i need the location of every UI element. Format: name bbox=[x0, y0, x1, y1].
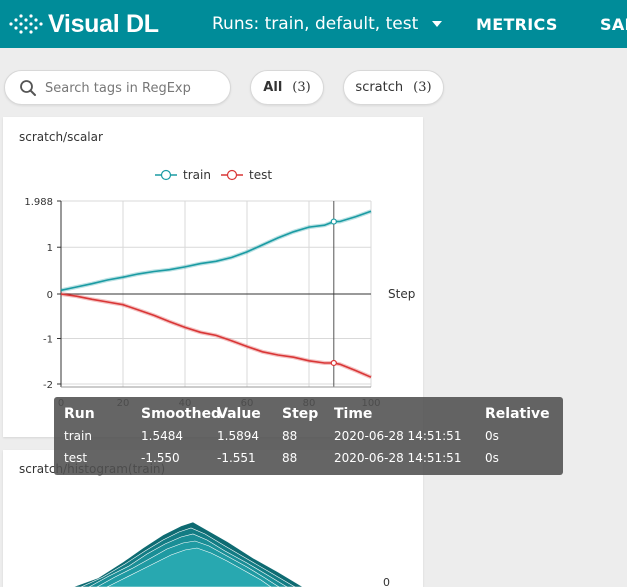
scalar-line-chart[interactable]: Step 0204060801001.98810-1-2 traintest bbox=[3, 117, 423, 437]
hover-point-train bbox=[330, 218, 337, 225]
legend-item-test[interactable]: test bbox=[221, 168, 272, 182]
histogram-axis-label: 0 bbox=[383, 576, 390, 587]
tooltip-header-time: Time bbox=[334, 406, 373, 422]
tab-samples[interactable]: SAM bbox=[600, 15, 627, 34]
tooltip-run: train bbox=[64, 429, 92, 443]
tooltip-step: 88 bbox=[282, 429, 298, 443]
tag-search-box[interactable] bbox=[4, 70, 231, 105]
tooltip-run: test bbox=[64, 451, 88, 465]
tag-filter-label: All bbox=[263, 80, 283, 95]
legend-marker-icon bbox=[226, 169, 238, 181]
legend-item-train[interactable]: train bbox=[155, 168, 211, 182]
tag-filter-count: (3) bbox=[292, 80, 311, 95]
logo-text: Visual DL bbox=[48, 9, 159, 38]
tooltip-value: 1.5894 bbox=[217, 429, 259, 443]
tooltip-smoothed: 1.5484 bbox=[141, 429, 183, 443]
legend-label: test bbox=[249, 168, 272, 182]
y-tick-label: 1.988 bbox=[24, 197, 53, 208]
tooltip-header-run: Run bbox=[64, 406, 95, 422]
y-tick-label: -2 bbox=[43, 380, 53, 391]
chevron-down-icon bbox=[432, 21, 443, 27]
y-tick-label: -1 bbox=[43, 335, 53, 346]
tooltip-value: -1.551 bbox=[217, 451, 256, 465]
tooltip-relative: 0s bbox=[485, 451, 499, 465]
y-tick-label: 1 bbox=[47, 243, 53, 254]
tooltip-header-relative: Relative bbox=[485, 406, 550, 422]
search-icon bbox=[20, 80, 36, 96]
tooltip-relative: 0s bbox=[485, 429, 499, 443]
tooltip-header-value: Value bbox=[217, 406, 261, 422]
scalar-chart-card: scratch/scalar Step 0204060801001.98810-… bbox=[3, 117, 423, 437]
tooltip-header-smoothed: Smoothed bbox=[141, 406, 222, 422]
legend-label: train bbox=[183, 168, 211, 182]
app-logo[interactable]: Visual DL bbox=[8, 10, 159, 38]
runs-selector[interactable]: Runs: train, default, test bbox=[212, 14, 443, 34]
tooltip-step: 88 bbox=[282, 451, 298, 465]
tooltip-time: 2020-06-28 14:51:51 bbox=[334, 429, 462, 443]
runs-selector-label: Runs: train, default, test bbox=[212, 14, 419, 34]
y-tick-label: 0 bbox=[47, 290, 53, 301]
chart-legend[interactable]: train test bbox=[155, 168, 272, 182]
tab-metrics[interactable]: METRICS bbox=[476, 15, 558, 34]
top-navigation-bar: Visual DL Runs: train, default, test MET… bbox=[0, 0, 627, 48]
series-raw-line-train bbox=[60, 209, 372, 293]
tag-filter-label: scratch bbox=[355, 80, 404, 95]
tag-filter-count: (3) bbox=[413, 80, 432, 95]
chart-axes: Step bbox=[60, 201, 415, 388]
search-input[interactable] bbox=[45, 78, 225, 98]
x-axis-title: Step bbox=[388, 287, 415, 301]
chart-tooltip: Run Smoothed Value Step Time Relative tr… bbox=[54, 397, 563, 475]
hover-point-test bbox=[330, 359, 337, 367]
tag-filter-scratch[interactable]: scratch (3) bbox=[343, 70, 444, 105]
tooltip-smoothed: -1.550 bbox=[141, 451, 180, 465]
tooltip-time: 2020-06-28 14:51:51 bbox=[334, 451, 462, 465]
chart-ticks: 0204060801001.98810-1-2 bbox=[24, 197, 380, 409]
tooltip-header-step: Step bbox=[282, 406, 319, 422]
visualdl-logo-icon bbox=[9, 14, 43, 34]
tag-filter-all[interactable]: All (3) bbox=[250, 70, 324, 105]
legend-marker-icon bbox=[160, 169, 172, 181]
